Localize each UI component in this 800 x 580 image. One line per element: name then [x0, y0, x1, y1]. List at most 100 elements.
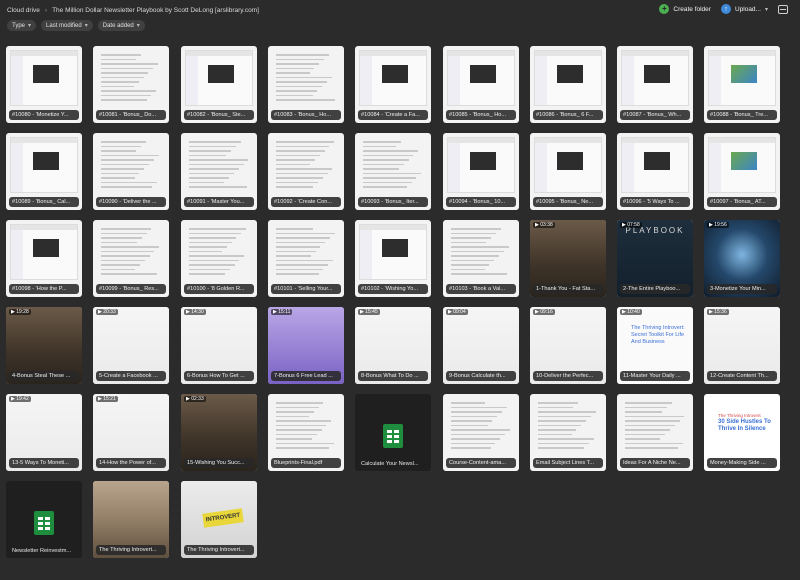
file-tile[interactable]: #10085 - 'Bonus_ Ho... [443, 46, 519, 123]
file-tile[interactable]: #10083 - 'Bonus_ Ho... [268, 46, 344, 123]
file-name: #10094 - 'Bonus_ 10... [446, 197, 516, 207]
file-tile[interactable]: #10090 - 'Deliver the ... [93, 133, 169, 210]
screenshot-preview [621, 50, 689, 106]
file-tile[interactable]: The Thriving Introvert... [93, 481, 169, 558]
file-name: #10100 - '8 Golden R... [184, 284, 254, 294]
document-preview [276, 402, 336, 452]
file-tile[interactable]: #10082 - 'Bonus_ Ste... [181, 46, 257, 123]
file-tile[interactable]: #10093 - 'Bonus_ Iter... [355, 133, 431, 210]
file-tile[interactable]: Course-Content-ama... [443, 394, 519, 471]
file-name: Newsletter Reinvestm... [12, 548, 72, 554]
file-name: #10084 - 'Create a Fa... [358, 110, 428, 120]
file-tile[interactable]: Email Subject Lines T... [530, 394, 606, 471]
filter-bar: Type ▾ Last modified ▾ Date added ▾ [7, 20, 145, 31]
file-tile[interactable]: The Thriving Introvert: Secret Toolkit F… [617, 307, 693, 384]
screenshot-preview [10, 224, 78, 280]
file-tile[interactable]: Calculate Your Newsl... [355, 394, 431, 471]
cover-title: The Thriving Introvert 30 Side Hustles To… [718, 412, 772, 433]
file-tile[interactable]: #10098 - 'How the P... [6, 220, 82, 297]
video-duration: ▶ 15:45 [358, 309, 380, 315]
file-tile[interactable]: #10091 - 'Master You... [181, 133, 257, 210]
filter-date-added[interactable]: Date added ▾ [97, 20, 145, 31]
video-duration: ▶ 14:30 [184, 309, 206, 315]
filter-type[interactable]: Type ▾ [7, 20, 37, 31]
file-tile[interactable]: Blueprints-Final.pdf [268, 394, 344, 471]
file-name: 11-Master Your Daily ... [620, 371, 690, 381]
file-tile[interactable]: #10102 - 'Wishing Yo... [355, 220, 431, 297]
file-name: #10087 - 'Bonus_ Wh... [620, 110, 690, 120]
file-tile[interactable]: ▶ 09:04 9-Bonus Calculate th... [443, 307, 519, 384]
file-tile[interactable]: ▶ 19:56 3-Monetize Your Min... [704, 220, 780, 297]
document-preview [451, 402, 511, 452]
file-tile[interactable]: ▶ 15:11 7-Bonus 6 Free Lead ... [268, 307, 344, 384]
file-tile[interactable]: #10092 - 'Create Con... [268, 133, 344, 210]
file-name: Course-Content-ama... [446, 458, 516, 468]
spreadsheet-icon [34, 511, 54, 535]
file-name: Ideas For A Niche Ne... [620, 458, 690, 468]
video-duration: ▶ 15:36 [707, 309, 729, 315]
file-tile[interactable]: #10100 - '8 Golden R... [181, 220, 257, 297]
file-name: #10097 - 'Bonus_ AT... [707, 197, 777, 207]
video-duration: ▶ 15:21 [96, 396, 118, 402]
file-tile[interactable]: #10096 - '5 Ways To ... [617, 133, 693, 210]
file-tile[interactable]: The Thriving Introvert 30 Side Hustles To… [704, 394, 780, 471]
breadcrumb-root[interactable]: Cloud drive [7, 7, 40, 14]
file-tile[interactable]: ▶ 09:16 10-Deliver the Perfec... [530, 307, 606, 384]
chevron-down-icon: ▾ [136, 23, 140, 29]
file-tile[interactable]: ▶ 02:33 15-Wishing You Succ... [181, 394, 257, 471]
video-duration: ▶ 09:04 [446, 309, 468, 315]
file-name: 5-Create a Facebook ... [96, 371, 166, 381]
create-folder-label: Create folder [673, 5, 711, 13]
document-preview [189, 228, 249, 278]
file-tile[interactable]: #10080 - 'Monetize Y... [6, 46, 82, 123]
file-tile[interactable]: PLAYBOOK ▶ 07:58 2-The Entire Playboo... [617, 220, 693, 297]
grid-view-icon [778, 4, 788, 14]
file-tile[interactable]: INTROVERT The Thriving Introvert... [181, 481, 257, 558]
file-tile[interactable]: ▶ 15:36 12-Create Content Th... [704, 307, 780, 384]
file-tile[interactable]: ▶ 19:28 4-Bonus Steal These ... [6, 307, 82, 384]
file-tile[interactable]: #10084 - 'Create a Fa... [355, 46, 431, 123]
file-tile[interactable]: #10089 - 'Bonus_ Cal... [6, 133, 82, 210]
screenshot-preview [534, 50, 602, 106]
file-name: Email Subject Lines T... [533, 458, 603, 468]
document-preview [101, 228, 161, 278]
document-preview [451, 228, 511, 278]
create-folder-button[interactable]: + Create folder [659, 4, 711, 14]
file-tile[interactable]: #10087 - 'Bonus_ Wh... [617, 46, 693, 123]
file-name: #10103 - 'Book a Val... [446, 284, 516, 294]
file-tile[interactable]: #10086 - 'Bonus_ 6 F... [530, 46, 606, 123]
file-tile[interactable]: #10103 - 'Book a Val... [443, 220, 519, 297]
file-tile[interactable]: #10094 - 'Bonus_ 10... [443, 133, 519, 210]
view-toggle-button[interactable] [778, 4, 788, 14]
file-tile[interactable]: #10095 - 'Bonus_ Ne... [530, 133, 606, 210]
file-name: #10091 - 'Master You... [184, 197, 254, 207]
file-tile[interactable]: ▶ 15:45 8-Bonus What To Do ... [355, 307, 431, 384]
screenshot-preview [359, 50, 427, 106]
document-preview [363, 141, 423, 191]
document-preview [101, 141, 161, 191]
file-tile[interactable]: #10097 - 'Bonus_ AT... [704, 133, 780, 210]
file-tile[interactable]: ▶ 15:21 14-How the Power of... [93, 394, 169, 471]
filter-last-modified[interactable]: Last modified ▾ [41, 20, 93, 31]
upload-button[interactable]: ↑ Upload... ▾ [720, 4, 768, 14]
file-tile[interactable]: ▶ 14:30 6-Bonus How To Get ... [181, 307, 257, 384]
file-tile[interactable]: #10088 - 'Bonus_ Tre... [704, 46, 780, 123]
file-name: #10082 - 'Bonus_ Ste... [184, 110, 254, 120]
video-duration: ▶ 07:58 [620, 222, 642, 228]
cover-kicker: The Thriving Introvert [718, 413, 761, 418]
screenshot-preview [708, 50, 776, 106]
file-name: #10081 - 'Bonus_ Do... [96, 110, 166, 120]
file-name: #10096 - '5 Ways To ... [620, 197, 690, 207]
file-name: Money-Making Side ... [707, 458, 777, 468]
screenshot-preview [447, 137, 515, 193]
file-tile[interactable]: Newsletter Reinvestm... [6, 481, 82, 558]
file-tile[interactable]: ▶ 03:38 1-Thank You - Fat Sta... [530, 220, 606, 297]
file-tile[interactable]: Ideas For A Niche Ne... [617, 394, 693, 471]
file-name: 12-Create Content Th... [707, 371, 777, 381]
file-tile[interactable]: #10081 - 'Bonus_ Do... [93, 46, 169, 123]
file-tile[interactable]: #10099 - 'Bonus_ Res... [93, 220, 169, 297]
file-tile[interactable]: ▶ 19:42 13-5 Ways To Moneti... [6, 394, 82, 471]
file-tile[interactable]: ▶ 20:33 5-Create a Facebook ... [93, 307, 169, 384]
file-tile[interactable]: #10101 - 'Selling Your... [268, 220, 344, 297]
document-preview [276, 228, 336, 278]
